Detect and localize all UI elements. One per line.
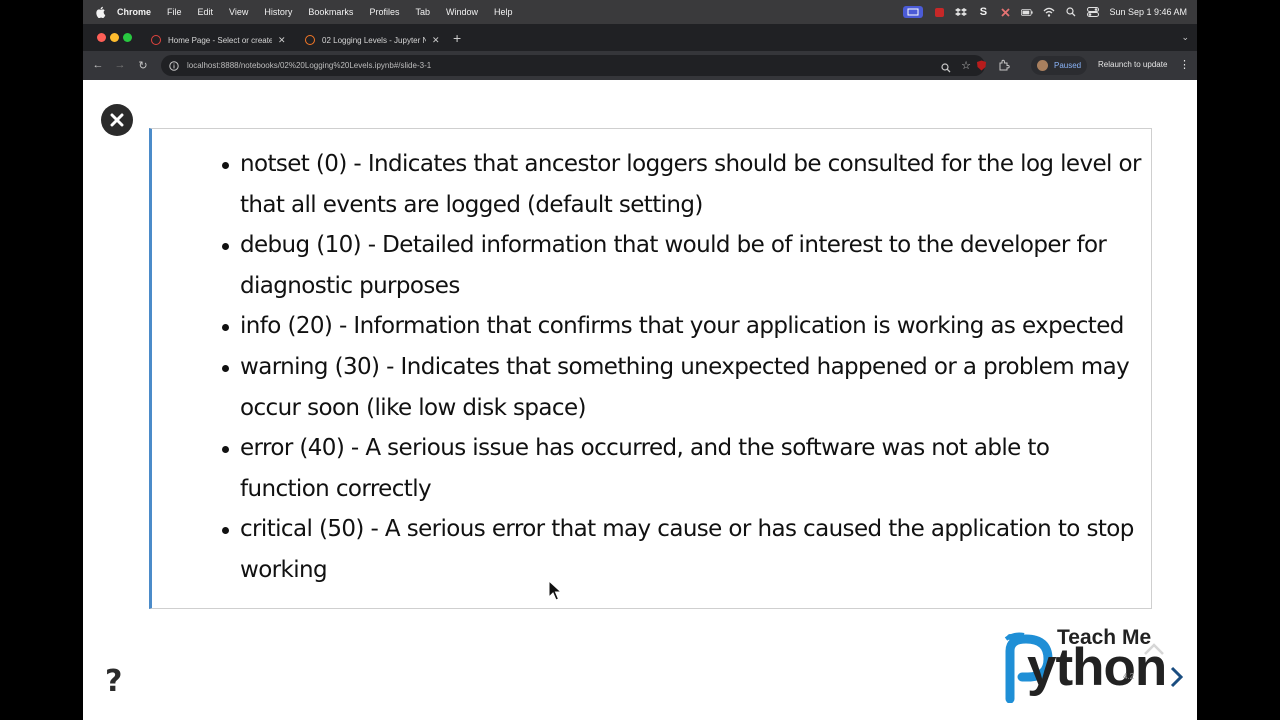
bullet-line: that all events are logged (default sett…: [240, 191, 703, 218]
bullet-icon: [222, 243, 229, 251]
close-icon[interactable]: [101, 104, 133, 136]
menu-view[interactable]: View: [229, 7, 248, 17]
bookmark-star-icon[interactable]: ☆: [961, 59, 971, 72]
menu-window[interactable]: Window: [446, 7, 478, 17]
window-close-button[interactable]: [97, 33, 106, 42]
bullet-icon: [222, 364, 229, 372]
list-item-warning: warning (30) - Indicates that something …: [152, 347, 1152, 428]
bullet-line: occur soon (like low disk space): [240, 394, 586, 421]
bullet-line: critical (50) - A serious error that may…: [240, 516, 1134, 543]
window-zoom-button[interactable]: [123, 33, 132, 42]
grammar-icon[interactable]: [999, 6, 1011, 18]
window-minimize-button[interactable]: [110, 33, 119, 42]
menu-edit[interactable]: Edit: [198, 7, 214, 17]
control-center-icon[interactable]: [1087, 6, 1100, 18]
tab-favicon-icon: [305, 35, 315, 45]
slide-content-box: notset (0) - Indicates that ancestor log…: [149, 128, 1152, 609]
menu-bar-clock[interactable]: Sun Sep 1 9:46 AM: [1109, 7, 1187, 17]
teach-me-python-logo: Teach Me ython: [996, 625, 1186, 705]
chrome-menu-icon[interactable]: ⋮: [1179, 58, 1190, 71]
search-icon[interactable]: [1065, 6, 1077, 18]
bullet-line: working: [240, 556, 328, 583]
new-tab-button[interactable]: +: [453, 30, 461, 46]
help-button[interactable]: ?: [105, 664, 122, 699]
logging-levels-list: notset (0) - Indicates that ancestor log…: [152, 144, 1152, 591]
address-bar[interactable]: localhost:8888/notebooks/02%20Logging%20…: [161, 55, 985, 76]
bullet-line: warning (30) - Indicates that something …: [240, 353, 1130, 380]
screen-share-icon[interactable]: [903, 6, 924, 18]
bullet-line: debug (10) - Detailed information that w…: [240, 232, 1107, 259]
bullet-line: notset (0) - Indicates that ancestor log…: [240, 151, 1141, 177]
bullet-icon: [222, 446, 229, 454]
bullet-icon: [222, 162, 229, 169]
apple-icon[interactable]: [95, 6, 107, 18]
screen: Chrome File Edit View History Bookmarks …: [83, 0, 1197, 720]
list-item-notset: notset (0) - Indicates that ancestor log…: [152, 144, 1152, 225]
bullet-line: function correctly: [240, 475, 432, 502]
site-info-icon[interactable]: [169, 60, 179, 71]
bullet-line: error (40) - A serious issue has occurre…: [240, 435, 1050, 462]
forward-button[interactable]: →: [113, 58, 127, 72]
menu-tab[interactable]: Tab: [415, 7, 430, 17]
bullet-icon: [222, 527, 229, 535]
menu-bar-status-area: S Sun Sep 1 9:46 AM: [903, 0, 1187, 24]
tab-search-chevron-icon[interactable]: ⌄: [1181, 32, 1189, 43]
list-item-error: error (40) - A serious issue has occurre…: [152, 428, 1152, 509]
reload-button[interactable]: ↻: [136, 58, 150, 72]
menu-profiles[interactable]: Profiles: [369, 7, 399, 17]
zoom-icon[interactable]: [941, 60, 951, 78]
record-icon[interactable]: [933, 6, 945, 18]
profile-avatar: [1037, 60, 1048, 71]
list-item-critical: critical (50) - A serious error that may…: [152, 509, 1152, 590]
menu-help[interactable]: Help: [494, 7, 513, 17]
browser-toolbar: ← → ↻ localhost:8888/notebooks/02%20Logg…: [83, 51, 1197, 80]
browser-tab-strip: Home Page - Select or create ✕ 02 Loggin…: [83, 24, 1197, 51]
tab-close-icon[interactable]: ✕: [432, 35, 440, 46]
extension-ublock-icon[interactable]: [975, 59, 987, 71]
mac-menu-bar: Chrome File Edit View History Bookmarks …: [83, 0, 1197, 24]
wifi-icon[interactable]: [1043, 6, 1055, 18]
list-item-info: info (20) - Information that confirms th…: [152, 306, 1152, 347]
tab-close-icon[interactable]: ✕: [278, 35, 286, 46]
s-app-icon[interactable]: S: [977, 6, 989, 18]
menu-history[interactable]: History: [264, 7, 292, 17]
menu-app-chrome[interactable]: Chrome: [117, 7, 151, 17]
tab-title: 02 Logging Levels - Jupyter N: [322, 35, 426, 45]
dropbox-icon[interactable]: [955, 6, 968, 18]
tab-title: Home Page - Select or create: [168, 35, 272, 45]
tab-logging-levels[interactable]: 02 Logging Levels - Jupyter N ✕: [295, 29, 445, 51]
address-url[interactable]: localhost:8888/notebooks/02%20Logging%20…: [187, 61, 431, 70]
profile-status-label: Paused: [1054, 61, 1082, 70]
relaunch-to-update-button[interactable]: Relaunch to update: [1098, 60, 1167, 69]
slide-number: 4.2: [1123, 672, 1135, 681]
profile-paused-button[interactable]: Paused: [1031, 56, 1087, 75]
back-button[interactable]: ←: [91, 58, 105, 72]
extensions-puzzle-icon[interactable]: [998, 59, 1010, 71]
menu-file[interactable]: File: [167, 7, 182, 17]
bullet-icon: [222, 324, 229, 332]
bullet-line: info (20) - Information that confirms th…: [240, 313, 1124, 340]
mouse-pointer-icon: [548, 579, 563, 607]
slide-nav-right-icon[interactable]: [1169, 666, 1184, 693]
tab-favicon-icon: [151, 35, 161, 45]
list-item-debug: debug (10) - Detailed information that w…: [152, 225, 1152, 306]
menu-bookmarks[interactable]: Bookmarks: [308, 7, 353, 17]
bullet-line: diagnostic purposes: [240, 272, 460, 299]
battery-icon[interactable]: [1021, 6, 1034, 18]
slide-nav-up-icon[interactable]: [1143, 642, 1165, 661]
tab-home-page[interactable]: Home Page - Select or create ✕: [141, 29, 291, 51]
